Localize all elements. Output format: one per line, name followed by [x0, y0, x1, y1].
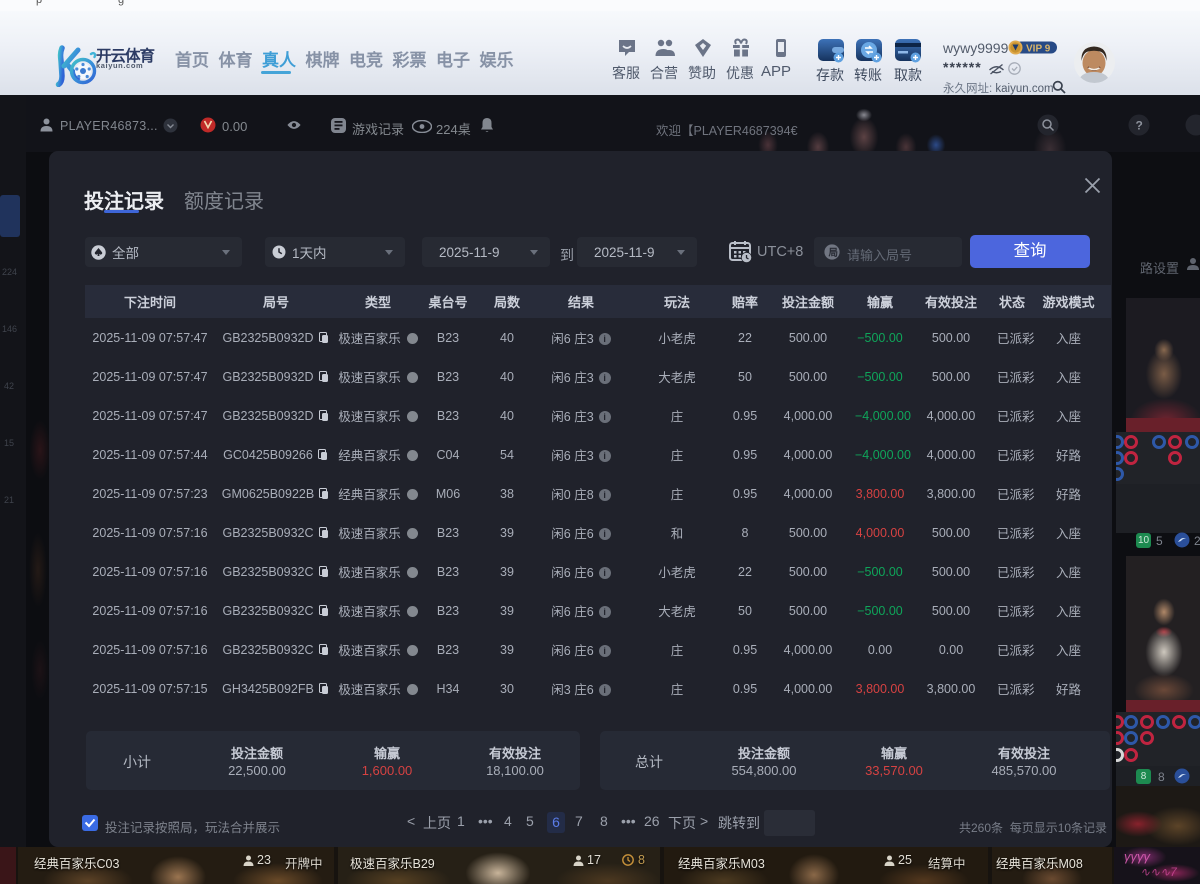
svg-text:?: ?	[1136, 119, 1143, 133]
svg-text:VIP 9: VIP 9	[1026, 44, 1051, 55]
svg-text:局: 局	[829, 248, 839, 259]
